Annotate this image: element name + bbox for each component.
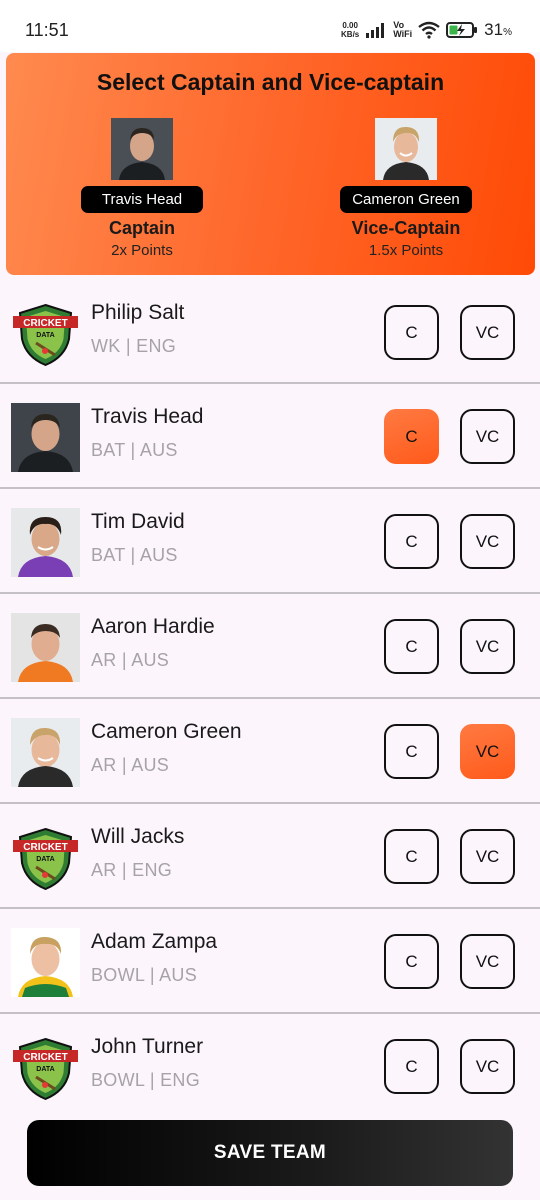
player-role-team: BOWL | ENG xyxy=(91,1070,201,1090)
player-role-team: BOWL | AUS xyxy=(91,965,198,985)
vice-captain-button[interactable]: VC xyxy=(460,934,515,989)
captain-button[interactable]: C xyxy=(384,829,439,884)
svg-text:DATA: DATA xyxy=(36,856,54,863)
status-bar: 11:51 0.00 KB/s Vo WiFi 31% xyxy=(0,0,540,52)
selected-captain: Travis Head Captain 2x Points xyxy=(62,118,222,259)
vice-captain-photo xyxy=(375,118,437,180)
player-name: Philip Salt xyxy=(91,301,185,324)
captain-button[interactable]: C xyxy=(384,1039,439,1094)
vice-captain-button[interactable]: VC xyxy=(460,409,515,464)
list-item: CRICKET DATA Philip Salt WK | ENG C VC xyxy=(0,280,540,384)
player-role-team: BAT | AUS xyxy=(91,545,178,565)
save-team-button[interactable]: SAVE TEAM xyxy=(27,1120,513,1186)
player-name: Travis Head xyxy=(91,405,204,428)
captain-points-label: 2x Points xyxy=(111,242,173,259)
player-photo xyxy=(11,508,80,577)
player-role-team: BAT | AUS xyxy=(91,440,178,460)
captain-selection-card: Select Captain and Vice-captain Travis H… xyxy=(6,53,535,275)
player-name: Will Jacks xyxy=(91,825,185,848)
battery-percent: 31% xyxy=(484,20,512,39)
player-photo xyxy=(11,403,80,472)
captain-button[interactable]: C xyxy=(384,619,439,674)
captain-button[interactable]: C xyxy=(384,305,439,360)
vice-captain-role-label: Vice-Captain xyxy=(351,218,461,238)
player-list: CRICKET DATA Philip Salt WK | ENG C VC T… xyxy=(0,280,540,1119)
status-time: 11:51 xyxy=(25,20,69,40)
player-photo xyxy=(11,928,80,997)
captain-button[interactable]: C xyxy=(384,724,439,779)
vice-captain-button[interactable]: VC xyxy=(460,724,515,779)
svg-text:DATA: DATA xyxy=(36,1066,54,1073)
player-role-team: AR | AUS xyxy=(91,755,170,775)
captain-role-label: Captain xyxy=(108,218,175,238)
captain-button[interactable]: C xyxy=(384,934,439,989)
cricket-data-logo: CRICKET DATA xyxy=(13,1037,78,1101)
player-name: John Turner xyxy=(91,1035,204,1058)
cricket-data-logo: CRICKET DATA xyxy=(13,303,78,367)
player-role-team: AR | AUS xyxy=(91,650,170,670)
player-photo xyxy=(11,613,80,682)
selected-vice-captain: Cameron Green Vice-Captain 1.5x Points xyxy=(326,118,486,259)
player-name: Aaron Hardie xyxy=(91,615,215,638)
list-item: CRICKET DATA Will Jacks AR | ENG C VC xyxy=(0,804,540,909)
vice-captain-points-label: 1.5x Points xyxy=(368,242,444,259)
list-item: Adam Zampa BOWL | AUS C VC xyxy=(0,909,540,1014)
svg-text:CRICKET: CRICKET xyxy=(23,842,67,853)
vice-captain-button[interactable]: VC xyxy=(460,305,515,360)
svg-text:CRICKET: CRICKET xyxy=(23,1052,67,1063)
list-item: Tim David BAT | AUS C VC xyxy=(0,489,540,594)
signal-bars-icon xyxy=(366,23,385,38)
vowifi-indicator: Vo WiFi xyxy=(393,20,413,39)
captain-photo xyxy=(111,118,173,180)
vice-captain-button[interactable]: VC xyxy=(460,1039,515,1094)
player-role-team: WK | ENG xyxy=(91,336,177,356)
vice-captain-button[interactable]: VC xyxy=(460,829,515,884)
captain-button[interactable]: C xyxy=(384,409,439,464)
vice-captain-button[interactable]: VC xyxy=(460,514,515,569)
player-photo xyxy=(11,718,80,787)
network-speed: 0.00 KB/s xyxy=(341,21,360,39)
status-icons: 0.00 KB/s Vo WiFi 31% xyxy=(341,18,512,42)
vice-captain-button[interactable]: VC xyxy=(460,619,515,674)
svg-text:DATA: DATA xyxy=(36,332,54,339)
page-title: Select Captain and Vice-captain xyxy=(96,69,445,95)
vice-captain-name-badge: Cameron Green xyxy=(340,186,472,213)
list-item: Aaron Hardie AR | AUS C VC xyxy=(0,594,540,699)
player-name: Tim David xyxy=(91,510,185,533)
list-item: CRICKET DATA John Turner BOWL | ENG C VC xyxy=(0,1014,540,1119)
cricket-data-logo: CRICKET DATA xyxy=(13,827,78,891)
player-name: Adam Zampa xyxy=(91,930,218,953)
battery-charging-icon xyxy=(446,22,478,38)
captain-button[interactable]: C xyxy=(384,514,439,569)
player-name: Cameron Green xyxy=(91,720,242,743)
captain-name-badge: Travis Head xyxy=(81,186,203,213)
player-role-team: AR | ENG xyxy=(91,860,173,880)
list-item: Travis Head BAT | AUS C VC xyxy=(0,384,540,489)
list-item: Cameron Green AR | AUS C VC xyxy=(0,699,540,804)
svg-text:CRICKET: CRICKET xyxy=(23,318,67,329)
wifi-icon xyxy=(418,21,440,39)
